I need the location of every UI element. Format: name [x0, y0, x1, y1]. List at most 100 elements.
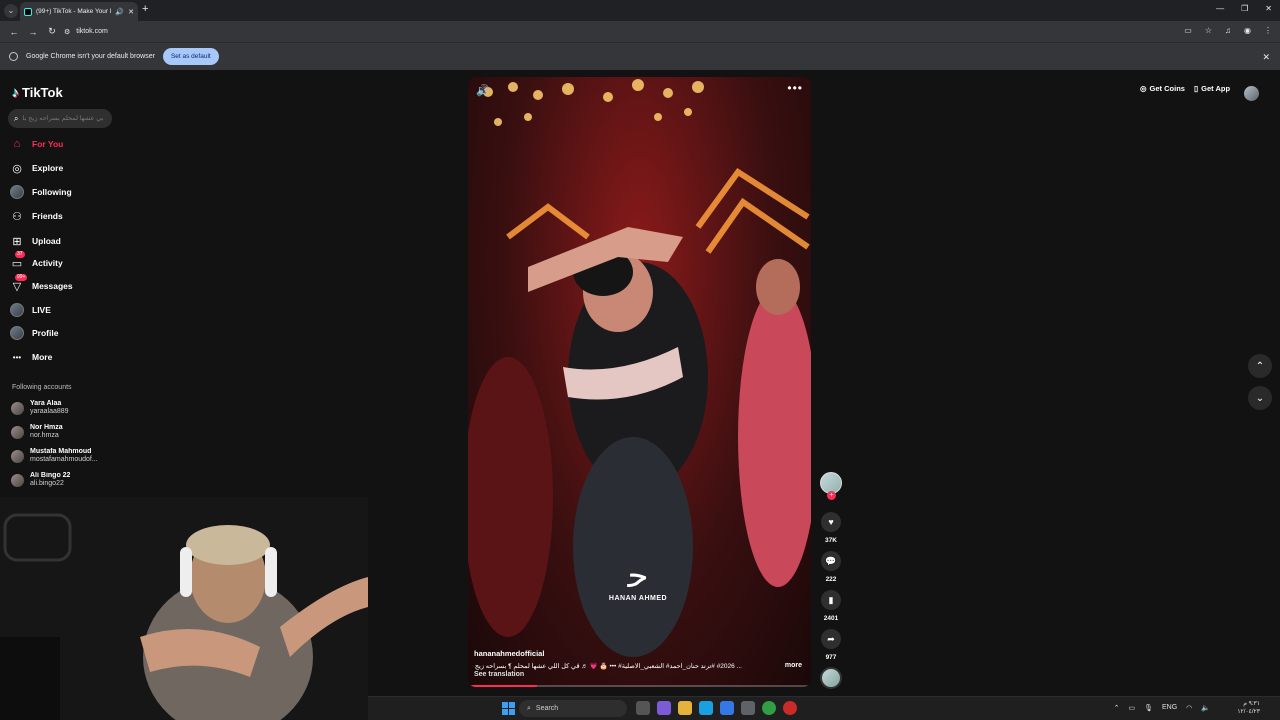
media-control-icon[interactable]: ♫	[1225, 26, 1231, 35]
sidebar-item-explore[interactable]: ◎ Explore	[10, 158, 120, 178]
video-caption: ... #2026 #ترند حنان_احمد# الشعبي_الاصلي…	[474, 663, 742, 670]
home-icon: ⌂	[13, 138, 21, 150]
infobar-close-icon[interactable]: ✕	[1262, 52, 1270, 63]
forward-icon[interactable]: →	[28, 27, 38, 37]
user-avatar[interactable]	[1244, 86, 1259, 101]
sidebar-item-activity[interactable]: ▭ 37 Activity	[10, 251, 120, 273]
app-icon[interactable]	[741, 701, 755, 715]
set-default-button[interactable]: Set as default	[162, 48, 219, 65]
restore-icon[interactable]: ❐	[1241, 4, 1248, 13]
close-window-icon[interactable]: ✕	[1265, 4, 1272, 13]
profile-icon[interactable]: ◉	[1244, 26, 1251, 35]
sidebar-item-label: Following	[32, 187, 72, 197]
tiktok-favicon-icon	[24, 7, 32, 16]
account-avatar	[11, 425, 24, 439]
back-icon[interactable]: ←	[9, 27, 19, 37]
video-progress-bar[interactable]	[468, 685, 811, 687]
follow-plus-icon[interactable]: +	[827, 491, 836, 500]
cast-icon[interactable]: ▭	[1184, 26, 1192, 35]
chrome-menu-icon[interactable]: ⋮	[1264, 26, 1272, 35]
sidebar-item-label: LIVE	[32, 305, 51, 315]
music-disc-icon[interactable]	[820, 667, 842, 689]
following-account-item[interactable]: Nor Hmza nor.hmza	[11, 421, 121, 443]
compass-icon: ◎	[12, 162, 22, 175]
reload-icon[interactable]: ↻	[47, 26, 57, 37]
opera-icon[interactable]	[783, 701, 797, 715]
video-player[interactable]: 🔊 ••• ﺣ HANAN AHMED hananahmedofficial .…	[468, 77, 811, 687]
sidebar-item-live[interactable]: LIVE	[10, 300, 120, 320]
following-account-item[interactable]: Mustafa Mahmoud mostafamahmoudof...	[11, 445, 121, 467]
get-app-button[interactable]: ▯ Get App	[1194, 84, 1230, 93]
account-avatar	[11, 401, 24, 415]
speaker-icon[interactable]: 🔈	[1201, 704, 1210, 712]
search-icon[interactable]: ⌕	[14, 114, 18, 124]
taskbar-apps	[636, 701, 797, 715]
sidebar-item-for-you[interactable]: ⌂ For You	[10, 134, 120, 154]
save-button[interactable]: ▮	[821, 590, 841, 610]
taskbar-clock[interactable]: ٩:٣١ م ١٢/٠٤/٢٣	[1237, 700, 1260, 716]
see-translation-link[interactable]: See translation	[474, 671, 524, 678]
like-button[interactable]: ♥	[821, 512, 841, 532]
following-account-item[interactable]: Ali Bingo 22 ali.bingo22	[11, 469, 121, 491]
taskbar-search[interactable]: ⌕ Search	[519, 700, 627, 717]
following-account-item[interactable]: Yara Alaa yaraalaa889	[11, 397, 121, 419]
network-icon[interactable]: ▭	[1128, 704, 1135, 712]
account-display-name: Yara Alaa	[30, 400, 62, 407]
search-box[interactable]: ⌕	[8, 109, 112, 128]
sidebar-item-more[interactable]: ••• More	[10, 347, 120, 367]
next-video-button[interactable]: ⌄	[1248, 386, 1272, 410]
coin-icon: ◎	[1140, 84, 1147, 93]
sidebar-item-profile[interactable]: Profile	[10, 323, 120, 343]
share-arrow-icon: ➦	[827, 633, 835, 644]
messages-icon: ▽ 99+	[12, 274, 28, 293]
watermark-text: HANAN AHMED	[608, 595, 668, 602]
sidebar-item-messages[interactable]: ▽ 99+ Messages	[10, 274, 120, 296]
caption-more-link[interactable]: more	[785, 662, 802, 669]
comment-button[interactable]: 💬	[821, 551, 841, 571]
chevron-down-icon: ⌄	[1255, 392, 1265, 404]
file-explorer-icon[interactable]	[678, 701, 692, 715]
address-bar[interactable]: ⚙ tiktok.com	[60, 23, 1180, 40]
video-author[interactable]: hananahmedofficial	[474, 649, 544, 658]
site-info-icon[interactable]: ⚙	[64, 28, 70, 36]
store-icon[interactable]	[720, 701, 734, 715]
edge-icon[interactable]	[699, 701, 713, 715]
default-browser-infobar: Google Chrome isn't your default browser…	[0, 42, 1280, 70]
more-dots-icon: •••	[12, 352, 22, 362]
input-language[interactable]: ENG	[1162, 704, 1177, 712]
sidebar-item-label: Upload	[32, 236, 61, 246]
new-tab-button[interactable]: +	[142, 3, 148, 15]
sidebar-item-label: Activity	[32, 258, 63, 268]
sidebar-item-upload[interactable]: ⊞ Upload	[10, 231, 120, 251]
task-view-icon[interactable]	[636, 701, 650, 715]
tray-expand-icon[interactable]: ⌃	[1114, 704, 1120, 712]
copilot-icon[interactable]	[657, 701, 671, 715]
share-count: 977	[825, 654, 837, 661]
volume-icon[interactable]: 🔊	[476, 84, 490, 97]
account-names: Nor Hmza nor.hmza	[30, 424, 63, 440]
tab-close-icon[interactable]: ✕	[128, 8, 134, 16]
sidebar-item-friends[interactable]: ⚇ Friends	[10, 206, 120, 226]
get-coins-button[interactable]: ◎ Get Coins	[1140, 84, 1185, 93]
share-button[interactable]: ➦	[821, 629, 841, 649]
chrome-icon[interactable]	[762, 701, 776, 715]
sidebar-item-following[interactable]: Following	[10, 182, 120, 202]
window-controls: — ❐ ✕	[1216, 4, 1272, 13]
video-watermark: ﺣ HANAN AHMED	[608, 557, 668, 602]
tab-search-button[interactable]: ⌄	[4, 3, 18, 18]
previous-video-button[interactable]: ⌃	[1248, 354, 1272, 378]
tiktok-logo[interactable]: ♪ TikTok	[12, 84, 63, 100]
video-options-icon[interactable]: •••	[787, 81, 803, 95]
tab-audio-icon[interactable]: 🔊	[115, 8, 124, 16]
wifi-icon[interactable]: ◠	[1186, 704, 1192, 712]
account-display-name: Mustafa Mahmoud	[30, 448, 92, 455]
browser-tab-tiktok[interactable]: (99+) TikTok - Make Your Day 🔊 ✕	[20, 2, 138, 21]
mic-icon[interactable]: 🎙	[1144, 704, 1153, 712]
account-display-name: Ali Bingo 22	[30, 472, 71, 479]
minimize-icon[interactable]: —	[1216, 4, 1224, 13]
search-input[interactable]	[23, 115, 104, 122]
sidebar-item-label: Explore	[32, 163, 64, 173]
bookmark-star-icon[interactable]: ☆	[1205, 26, 1212, 35]
windows-start-icon[interactable]	[502, 702, 515, 715]
logo-text: TikTok	[22, 84, 63, 100]
